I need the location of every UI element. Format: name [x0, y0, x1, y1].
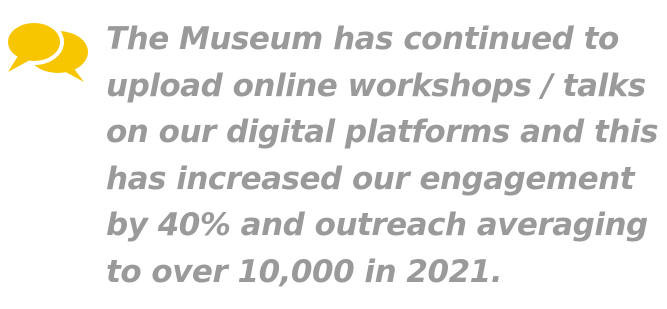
quote-line: The Museum has continued to — [106, 21, 619, 57]
quote-text: The Museum has continued to upload onlin… — [106, 16, 662, 295]
quote-block: The Museum has continued to upload onlin… — [0, 0, 667, 309]
quote-line: has increased our engagement — [106, 160, 635, 197]
quote-line: by 40% and outreach averaging — [106, 207, 648, 243]
quote-line: upload online workshops / talks — [106, 67, 646, 104]
speech-bubbles-icon — [4, 19, 88, 82]
quote-line: to over 10,000 in 2021. — [106, 253, 502, 290]
quote-line: on our digital platforms and this — [106, 114, 659, 150]
